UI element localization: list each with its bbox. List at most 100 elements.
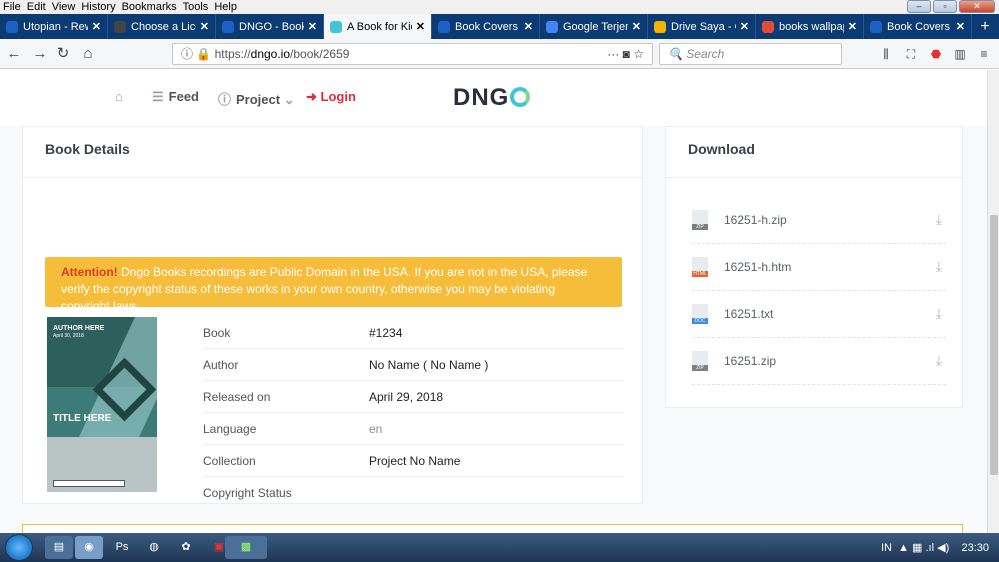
file-name-link[interactable]: 16251-h.htm bbox=[724, 260, 791, 274]
tab-close-icon[interactable]: ✕ bbox=[524, 20, 533, 33]
tab-label: Google Terjemah bbox=[563, 20, 628, 33]
browser-tab[interactable]: Drive Saya - Goo ✕ bbox=[648, 14, 756, 39]
browser-tab[interactable]: Google Terjemah ✕ bbox=[540, 14, 648, 39]
tab-label: DNGO - Book Co bbox=[239, 20, 304, 33]
menu-edit[interactable]: Edit bbox=[24, 0, 49, 14]
nav-login[interactable]: ➜ Login bbox=[306, 89, 356, 105]
chrome-icon[interactable]: ◍ bbox=[140, 536, 168, 559]
sidebar-icon[interactable]: ▥ bbox=[951, 45, 969, 63]
screenshot-icon[interactable]: ⛶ bbox=[902, 45, 920, 63]
tab-close-icon[interactable]: ✕ bbox=[308, 20, 317, 33]
language-indicator[interactable]: IN bbox=[881, 542, 892, 554]
home-nav-icon[interactable]: ⌂ bbox=[115, 89, 128, 104]
download-icon[interactable]: ⤓ bbox=[936, 258, 942, 275]
start-button[interactable] bbox=[5, 534, 33, 561]
browser-tab[interactable]: Book Covers De ✕ bbox=[864, 14, 972, 39]
browser-tab[interactable]: DNGO - Book Co ✕ bbox=[216, 14, 324, 39]
download-card: Download ZIP 16251-h.zip ⤓ HTML 16251-h.htm ⤓… bbox=[665, 126, 963, 408]
nav-feed[interactable]: ☰ Feed bbox=[152, 89, 199, 105]
new-tab-icon[interactable]: + bbox=[972, 14, 998, 39]
firefox-icon[interactable]: ◉ bbox=[75, 536, 103, 559]
menu-help[interactable]: Help bbox=[211, 0, 240, 14]
forward-arrow-icon[interactable]: → bbox=[30, 44, 50, 64]
reload-icon[interactable]: ↻ bbox=[53, 44, 73, 64]
browser-tab[interactable]: Utopian - Rewar ✕ bbox=[0, 14, 108, 39]
maximize-icon[interactable]: ▫ bbox=[933, 0, 957, 13]
page-actions-icon[interactable]: ··· bbox=[607, 47, 619, 61]
browser-tab[interactable]: A Book for Kids ✕ bbox=[324, 14, 432, 39]
info-circle-icon: ⓘ bbox=[218, 92, 232, 107]
tab-label: A Book for Kids bbox=[347, 20, 412, 33]
download-icon[interactable]: ⤓ bbox=[936, 352, 942, 369]
bookmark-star-icon[interactable]: ☆ bbox=[633, 47, 644, 61]
explorer-icon[interactable]: ▤ bbox=[45, 536, 73, 559]
detail-key: Author bbox=[203, 358, 239, 372]
url-path: /book/2659 bbox=[290, 47, 350, 61]
detail-key: Copyright Status bbox=[203, 486, 292, 500]
detail-row: Language en bbox=[203, 413, 622, 445]
menu-tools[interactable]: Tools bbox=[180, 0, 212, 14]
app-icon[interactable]: ✿ bbox=[172, 536, 200, 559]
download-icon[interactable]: ⤓ bbox=[936, 211, 942, 228]
volume-icon[interactable]: ◀) bbox=[937, 542, 949, 554]
url-bar[interactable]: ⓘ 🔒 https://dngo.io/book/2659 ··· ◙ ☆ bbox=[172, 43, 653, 65]
download-icon[interactable]: ⤓ bbox=[936, 305, 942, 322]
detail-key: Released on bbox=[203, 390, 271, 404]
back-arrow-icon[interactable]: ← bbox=[4, 44, 24, 64]
file-name-link[interactable]: 16251.zip bbox=[724, 354, 776, 368]
tab-close-icon[interactable]: ✕ bbox=[92, 20, 101, 33]
download-file-row[interactable]: DOC 16251.txt ⤓ bbox=[692, 291, 946, 338]
close-icon[interactable]: ✕ bbox=[959, 0, 995, 13]
browser-tab[interactable]: Book Covers De ✕ bbox=[432, 14, 540, 39]
search-input[interactable]: 🔍 Search bbox=[659, 43, 842, 65]
nav-project[interactable]: ⓘ Project ⌄ bbox=[218, 89, 300, 108]
menu-history[interactable]: History bbox=[78, 0, 118, 14]
download-file-row[interactable]: ZIP 16251-h.zip ⤓ bbox=[692, 197, 946, 244]
browser-tab[interactable]: Choose a Licens ✕ bbox=[108, 14, 216, 39]
tab-close-icon[interactable]: ✕ bbox=[956, 20, 965, 33]
file-name-link[interactable]: 16251.txt bbox=[724, 307, 773, 321]
file-name-link[interactable]: 16251-h.zip bbox=[724, 213, 787, 227]
browser-tab[interactable]: books wallpape ✕ bbox=[756, 14, 864, 39]
page-content: ⌂ ☰ Feed ⓘ Project ⌄ ➜ Login DNG Book Deta… bbox=[0, 70, 987, 533]
file-type-tag: ZIP bbox=[692, 224, 708, 230]
tab-close-icon[interactable]: ✕ bbox=[632, 20, 641, 33]
detail-row: Released on April 29, 2018 bbox=[203, 381, 622, 413]
home-icon[interactable]: ⌂ bbox=[78, 44, 98, 64]
network-icon[interactable]: ▦ bbox=[912, 542, 922, 554]
signal-icon[interactable]: .ıl bbox=[925, 542, 934, 554]
pocket-icon[interactable]: ◙ bbox=[623, 47, 630, 61]
vertical-scrollbar[interactable] bbox=[987, 70, 999, 533]
hamburger-menu-icon[interactable]: ≡ bbox=[975, 45, 993, 63]
image-viewer-icon[interactable]: ▩ bbox=[225, 536, 267, 559]
menu-bookmarks[interactable]: Bookmarks bbox=[119, 0, 180, 14]
url-host: dngo.io bbox=[250, 47, 291, 61]
menu-file[interactable]: File bbox=[0, 0, 24, 14]
book-cover: AUTHOR HERE April 30, 2018 TITLE HERE bbox=[47, 317, 157, 492]
adblock-icon[interactable]: ⬣ bbox=[927, 45, 945, 63]
windows-taskbar: ▤ ◉ Ps ◍ ✿ ▣ ▩ IN ▲ ▦ .ıl ◀) 23:30 bbox=[0, 533, 999, 562]
download-file-row[interactable]: HTML 16251-h.htm ⤓ bbox=[692, 244, 946, 291]
tab-favicon-icon bbox=[870, 20, 882, 33]
info-icon[interactable]: ⓘ 🔒 bbox=[181, 47, 211, 61]
tab-label: books wallpape bbox=[779, 20, 844, 33]
tab-close-icon[interactable]: ✕ bbox=[416, 20, 425, 33]
detail-value: April 29, 2018 bbox=[369, 390, 444, 404]
clock[interactable]: 23:30 bbox=[961, 542, 989, 554]
tab-favicon-icon bbox=[222, 20, 234, 33]
tab-label: Utopian - Rewar bbox=[23, 20, 88, 33]
tab-close-icon[interactable]: ✕ bbox=[848, 20, 857, 33]
scroll-thumb[interactable] bbox=[990, 215, 998, 475]
divider bbox=[666, 177, 962, 178]
minimize-icon[interactable]: – bbox=[907, 0, 931, 13]
menu-view[interactable]: View bbox=[49, 0, 79, 14]
download-file-row[interactable]: ZIP 16251.zip ⤓ bbox=[692, 338, 946, 385]
library-icon[interactable]: ⫼ bbox=[877, 45, 895, 63]
tab-close-icon[interactable]: ✕ bbox=[740, 20, 749, 33]
photoshop-icon[interactable]: Ps bbox=[108, 536, 136, 559]
detail-key: Collection bbox=[203, 454, 256, 468]
tab-favicon-icon bbox=[762, 20, 774, 33]
cover-bar bbox=[53, 480, 125, 487]
tab-close-icon[interactable]: ✕ bbox=[200, 20, 209, 33]
dngo-logo[interactable]: DNG bbox=[453, 84, 531, 112]
